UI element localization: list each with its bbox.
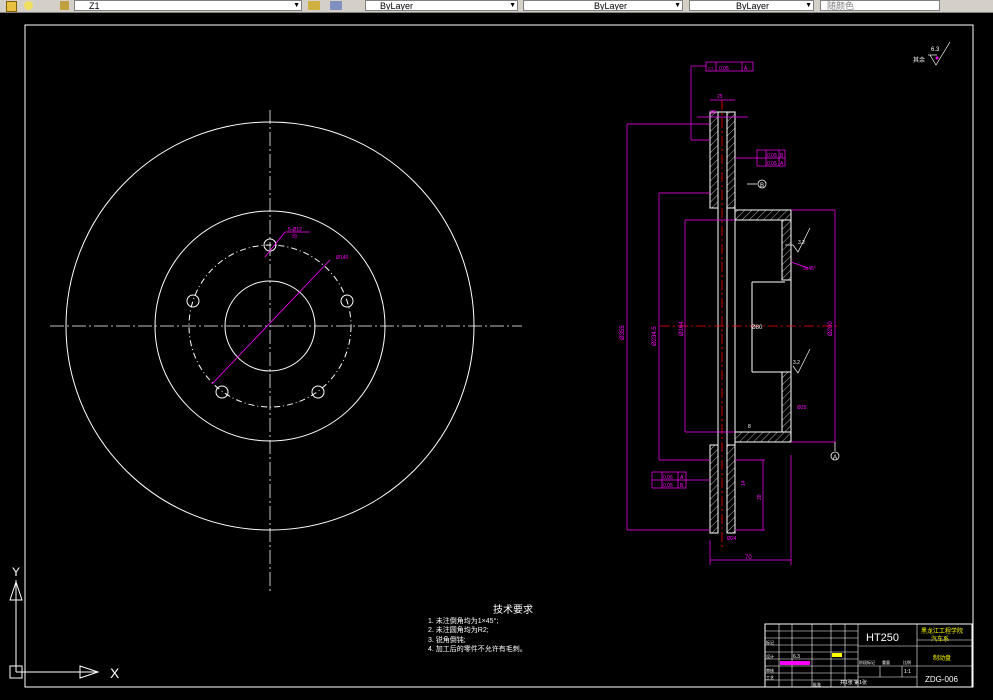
label-approve: 批准 bbox=[813, 682, 821, 687]
roughness-upper: 3.2 bbox=[798, 240, 805, 246]
chevron-down-icon: ▼ bbox=[805, 2, 812, 9]
front-view-centerlines bbox=[50, 110, 522, 592]
lock-icon[interactable] bbox=[60, 1, 69, 10]
label-review: 审核 bbox=[766, 668, 774, 673]
chevron-down-icon: ▼ bbox=[509, 2, 516, 9]
hole-callout-leader bbox=[264, 231, 286, 258]
bolt-hole bbox=[186, 294, 200, 308]
overall-width-dim: 70 bbox=[745, 555, 752, 561]
roughness-lower: 3.2 bbox=[793, 360, 800, 366]
hub-wall-bottom bbox=[781, 371, 792, 433]
overall-diameter-dim: Ø355 bbox=[620, 325, 626, 340]
hub-wall-top bbox=[781, 219, 792, 281]
front-view-dimensions bbox=[211, 231, 331, 385]
layer-name: Z1 bbox=[89, 1, 100, 11]
color-control-dropdown[interactable]: ByLayer ▼ bbox=[365, 0, 518, 11]
hub-outer-dim: Ø234.5 bbox=[652, 326, 658, 346]
runout-frame-top bbox=[735, 149, 786, 167]
general-roughness-value: 6.3 bbox=[931, 47, 940, 53]
properties-toolbar: Z1 ▼ ByLayer ▼ ByLayer ▼ ByLayer ▼ 随颜色 bbox=[0, 0, 993, 13]
requirement-item: 2. 未注圆角均为R2; bbox=[428, 627, 489, 635]
ucs-x-label: X bbox=[110, 665, 120, 681]
bolt-circle-leader bbox=[211, 259, 331, 385]
part-name: 制动盘 bbox=[933, 656, 952, 662]
scale-value: 1:1 bbox=[904, 669, 911, 675]
label-mark: 标记 bbox=[766, 640, 774, 645]
title-block: HT250 黑龙江工程学院 汽车系 制动盘 ZDG-006 1:1 共1张 第1… bbox=[765, 624, 972, 688]
make-current-layer-icon[interactable] bbox=[308, 1, 320, 10]
right-diameter-dim: Ø200 bbox=[828, 321, 834, 336]
sun-icon[interactable] bbox=[24, 1, 33, 10]
chevron-down-icon: ▼ bbox=[293, 2, 300, 9]
chamfer-label: 3x45° bbox=[803, 266, 816, 272]
drawing-border bbox=[24, 24, 974, 688]
material-label: HT250 bbox=[866, 632, 900, 644]
top-dimension-25: 25 bbox=[717, 94, 723, 100]
hole-callout-subtext: 均 bbox=[292, 233, 297, 240]
inner-depth-dim: Ø25 bbox=[797, 405, 807, 411]
lower-friction-plate-left bbox=[709, 444, 719, 534]
requirement-item: 1. 未注倒角均为1×45°; bbox=[428, 618, 499, 626]
hub-flange-top bbox=[734, 209, 792, 221]
hub-inner-dim: Ø164 bbox=[679, 321, 685, 336]
center-bore-dim: Ø80 bbox=[751, 325, 763, 331]
technical-requirements: 技术要求 1. 未注倒角均为1×45°; 2. 未注圆角均为R2; 3. 锐角倒… bbox=[428, 605, 598, 654]
linetype-control-value: ByLayer bbox=[594, 1, 628, 11]
bolt-hole bbox=[311, 385, 325, 399]
flatness-symbol: ▭ bbox=[708, 66, 714, 72]
technical-requirements-title: 技术要求 bbox=[493, 605, 533, 616]
lower-friction-plate-right bbox=[726, 444, 736, 534]
runout-value-d: 0.05 bbox=[663, 483, 673, 489]
lineweight-control-value: ByLayer bbox=[736, 1, 770, 11]
color-control-value: ByLayer bbox=[380, 1, 414, 11]
label-stage: 阶段标记 bbox=[859, 660, 875, 665]
layer-previous-icon[interactable] bbox=[330, 1, 342, 10]
runout-value-c: 0.06 bbox=[663, 475, 673, 481]
hub-flange-bottom bbox=[734, 431, 792, 443]
plotstyle-control-value: 随颜色 bbox=[827, 1, 855, 11]
bolt-circle-dimension: Ø140 bbox=[336, 255, 348, 261]
general-roughness-text: 其余 bbox=[913, 56, 925, 64]
requirement-item: 3. 锐角倒钝; bbox=[428, 636, 466, 644]
hole-callout-text: 5-Ø12 bbox=[288, 227, 302, 233]
width-dim: 28 bbox=[757, 494, 763, 500]
section-centerline bbox=[660, 100, 840, 550]
runout-value-b: 0.05 bbox=[767, 161, 777, 167]
ucs-icon: Y X bbox=[6, 560, 136, 690]
hub-thickness-dim: 8 bbox=[748, 424, 751, 430]
bottom-small-dim: Ø24 bbox=[727, 536, 737, 542]
department-name: 汽车系 bbox=[931, 637, 950, 643]
upper-friction-plate-left bbox=[709, 111, 719, 209]
label-scale: 比例 bbox=[903, 660, 911, 665]
chevron-down-icon: ▼ bbox=[674, 2, 681, 9]
general-roughness-symbol bbox=[928, 41, 951, 66]
requirement-item: 4. 加工后的零件不允许有毛刺。 bbox=[428, 645, 527, 653]
datum-b-label: B bbox=[760, 183, 764, 189]
label-weight: 重量 bbox=[882, 660, 890, 665]
linetype-control-dropdown[interactable]: ByLayer ▼ bbox=[523, 0, 683, 11]
plotstyle-control-dropdown[interactable]: 随颜色 bbox=[820, 0, 940, 11]
slot-dim: 14 bbox=[741, 480, 747, 486]
upper-friction-plate-right bbox=[726, 111, 736, 209]
roughness-mark: 6.3 bbox=[793, 654, 800, 660]
top-dimension-dia: Ø5 bbox=[710, 110, 717, 116]
model-space-canvas[interactable]: 5-Ø12 均 Ø140 ▭ 0.05 A 25 Ø5 0.05 B 0.05 … bbox=[0, 13, 993, 695]
label-design: 设计 bbox=[766, 654, 774, 659]
datum-a-label: A bbox=[833, 455, 837, 461]
bolt-hole bbox=[215, 385, 229, 399]
layer-state-icon[interactable] bbox=[6, 1, 17, 12]
layer-dropdown[interactable]: Z1 ▼ bbox=[74, 0, 302, 11]
ucs-y-label: Y bbox=[12, 565, 20, 579]
label-process: 工艺 bbox=[766, 675, 774, 680]
runout-value-a: 0.05 bbox=[767, 153, 777, 159]
flatness-value: 0.05 bbox=[719, 66, 729, 72]
drawing-number: ZDG-006 bbox=[925, 675, 958, 684]
sheet-info: 共1张 第1张 bbox=[840, 680, 867, 686]
lineweight-control-dropdown[interactable]: ByLayer ▼ bbox=[689, 0, 814, 11]
